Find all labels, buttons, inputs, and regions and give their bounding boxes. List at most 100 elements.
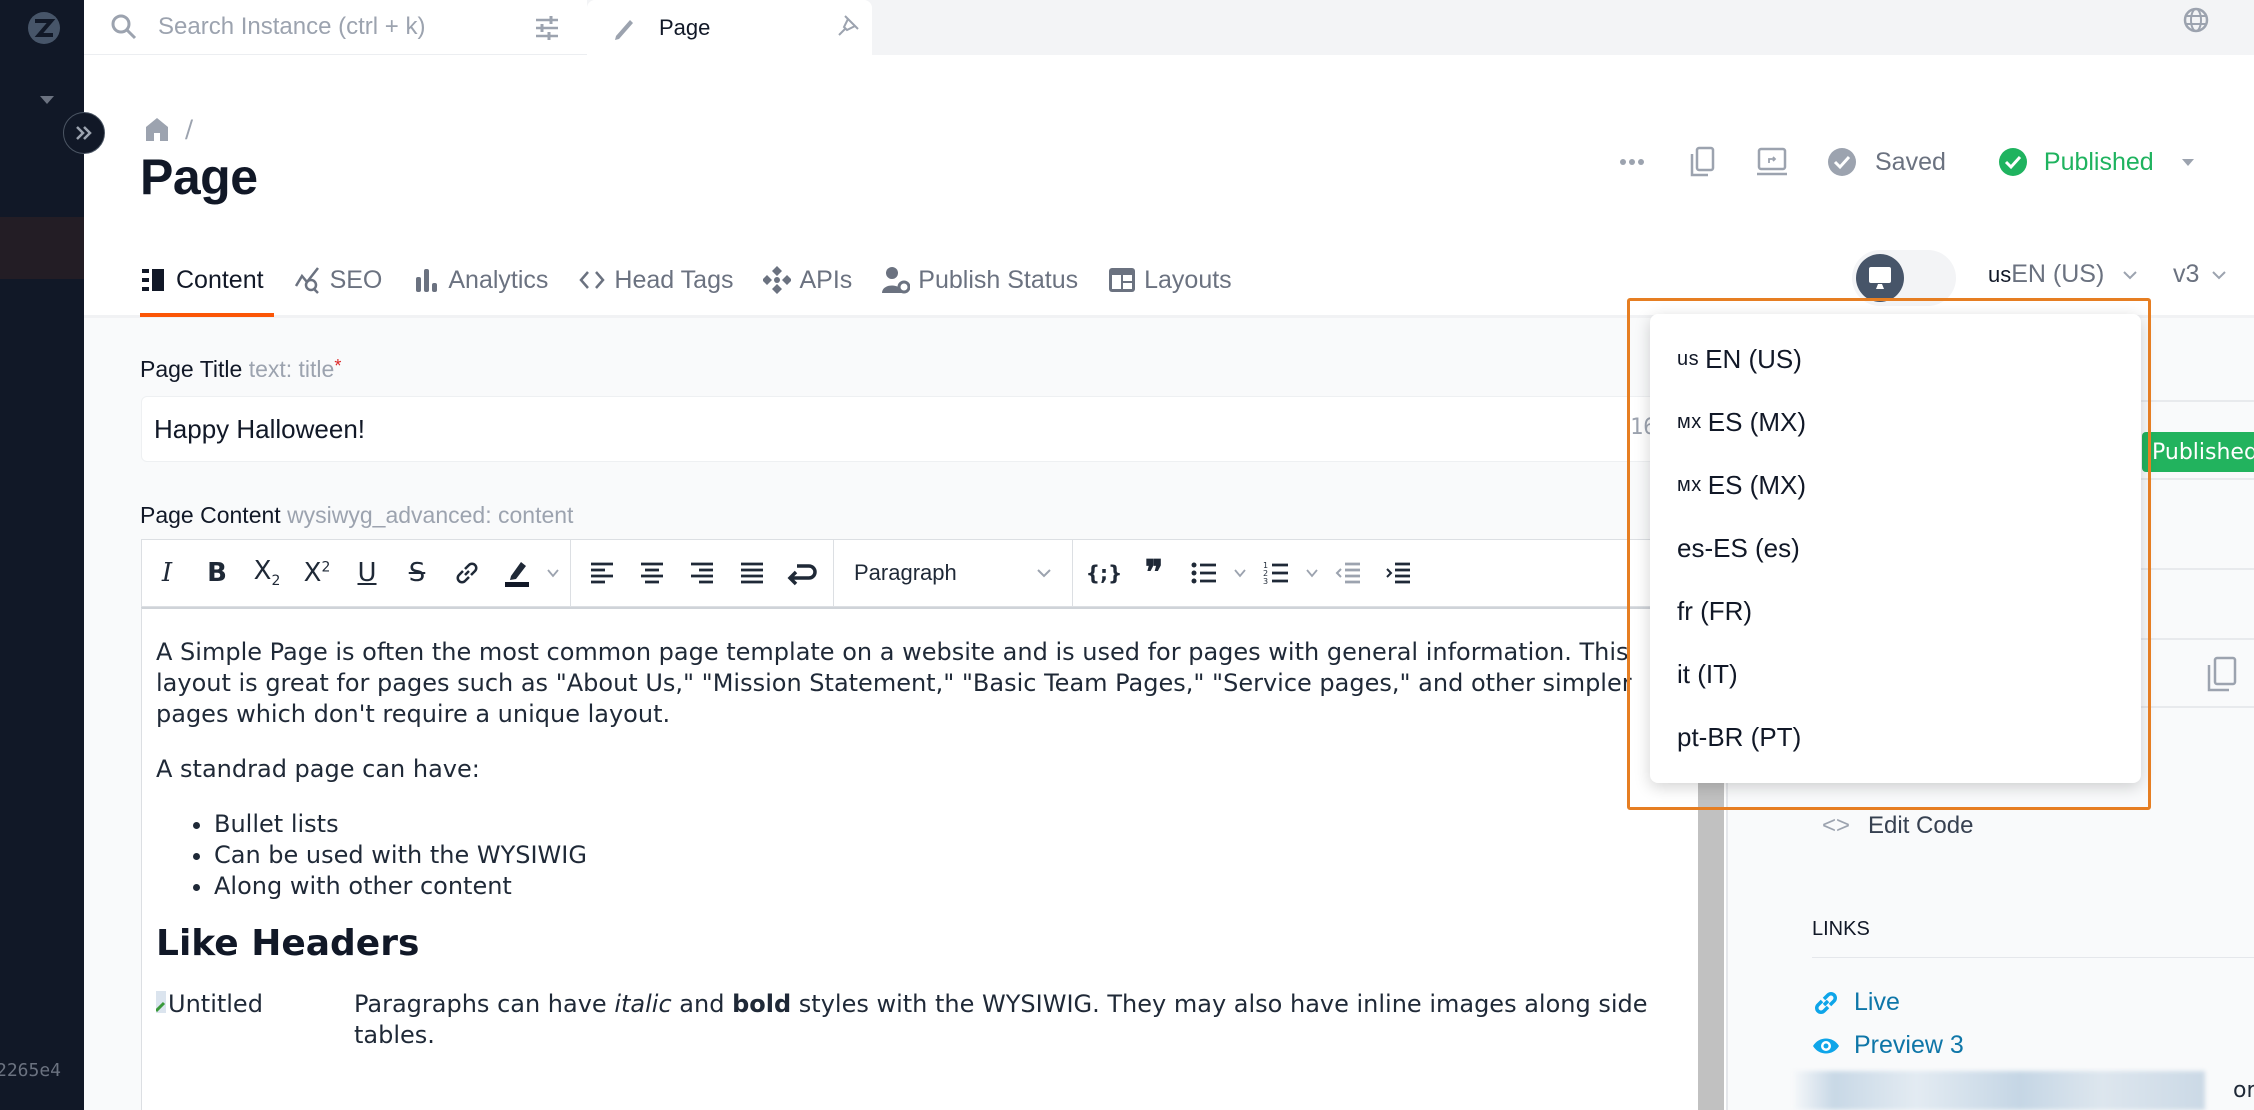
locale-select[interactable]: us EN (US) — [1988, 260, 2138, 289]
return-arrow-icon — [787, 564, 817, 586]
home-icon[interactable] — [143, 115, 171, 143]
left-sidebar: 2265e4 — [0, 0, 84, 1110]
publish-status-dropdown[interactable]: Published — [1998, 147, 2194, 177]
layout-icon — [1108, 266, 1136, 294]
outdent-button[interactable] — [1323, 548, 1373, 598]
blockquote-button[interactable]: ❞ — [1129, 548, 1179, 598]
superscript-button[interactable]: X2 — [292, 548, 342, 598]
tab-label: Head Tags — [614, 265, 734, 294]
published-check-icon — [1998, 148, 2027, 176]
locale-option-label: ES (MX) — [1707, 407, 1806, 437]
tab-seo[interactable]: SEO — [294, 266, 382, 295]
globe-icon[interactable] — [2182, 6, 2210, 34]
locale-dropdown-menu: us EN (US) мх ES (MX) мх ES (MX) es-ES (es)… — [1650, 314, 2141, 783]
tab-apis[interactable]: APIs — [763, 266, 852, 295]
tab-head-tags[interactable]: Head Tags — [578, 266, 733, 295]
locale-option-label: pt-BR (PT) — [1677, 722, 1802, 752]
bullet-list-button[interactable] — [1179, 548, 1229, 598]
page-tabs: Content SEO Analytics Head Tags APIs Pub… — [140, 258, 1262, 302]
open-tab-page[interactable]: Page — [587, 0, 872, 55]
locale-option[interactable]: us EN (US) — [1650, 328, 2141, 391]
api-nodes-icon — [763, 266, 792, 294]
page-title-input[interactable]: Happy Halloween! — [141, 396, 1661, 462]
live-link[interactable]: Live — [1812, 988, 1900, 1017]
bullet-list-dropdown[interactable] — [1229, 548, 1251, 598]
page-title: Page — [140, 149, 258, 205]
sidebar-active-item[interactable] — [0, 217, 84, 279]
italic-button[interactable]: I — [142, 548, 192, 598]
locale-option-label: EN (US) — [1705, 344, 1802, 374]
align-left-button[interactable] — [577, 548, 627, 598]
code-brackets-icon: <> — [1822, 812, 1851, 839]
filter-sliders-icon[interactable] — [533, 14, 561, 42]
link-label: Preview 3 — [1854, 1031, 1964, 1059]
paragraph-format-select[interactable]: Paragraph — [840, 548, 1066, 598]
align-left-icon — [591, 562, 613, 584]
highlight-color-dropdown[interactable] — [542, 548, 564, 598]
bold-button[interactable]: B — [192, 548, 242, 598]
quote-icon: ❞ — [1144, 553, 1164, 593]
link-button[interactable] — [442, 548, 492, 598]
open-tab-label: Page — [659, 14, 711, 40]
align-right-button[interactable] — [677, 548, 727, 598]
tab-content[interactable]: Content — [140, 266, 264, 295]
strikethrough-icon: S — [408, 558, 426, 588]
search-instance-input[interactable]: Search Instance (ctrl + k) — [84, 0, 587, 55]
numbered-list-dropdown[interactable] — [1301, 548, 1323, 598]
locale-option[interactable]: it (IT) — [1650, 643, 2141, 706]
tab-label: Layouts — [1144, 265, 1232, 294]
more-options-button[interactable] — [1615, 145, 1649, 179]
brand-logo-icon[interactable] — [26, 10, 62, 46]
tab-analytics[interactable]: Analytics — [412, 266, 548, 295]
paragraph-format-value: Paragraph — [854, 560, 957, 585]
locale-option[interactable]: мх ES (MX) — [1650, 391, 2141, 454]
workspace-caret-icon[interactable] — [40, 96, 54, 104]
curly-braces-icon: {;} — [1085, 561, 1123, 585]
version-select[interactable]: v3 — [2173, 260, 2227, 289]
tab-publish-status[interactable]: Publish Status — [882, 266, 1078, 295]
locale-option[interactable]: pt-BR (PT) — [1650, 706, 2141, 769]
wysiwyg-toolbar: I B X2 X2 U S Paragraph {;} ❞ 123 — [141, 539, 1701, 607]
more-dots-icon — [1620, 159, 1644, 165]
links-heading: LINKS — [1812, 918, 1870, 940]
align-center-icon — [641, 562, 663, 584]
highlight-color-button[interactable] — [492, 548, 542, 598]
expand-sidebar-button[interactable] — [63, 112, 105, 154]
wysiwyg-editor-body[interactable]: A Simple Page is often the most common p… — [141, 607, 1701, 1110]
breadcrumb: / — [143, 115, 193, 143]
indent-button[interactable] — [1373, 548, 1423, 598]
text-run: and — [671, 990, 733, 1018]
link-label: Live — [1854, 988, 1900, 1016]
device-preview-toggle[interactable] — [1852, 250, 1956, 306]
numbered-list-button[interactable]: 123 — [1251, 548, 1301, 598]
edit-code-button[interactable]: <> Edit Code — [1822, 812, 1973, 840]
align-justify-button[interactable] — [727, 548, 777, 598]
user-gear-icon — [882, 266, 911, 294]
locale-option[interactable]: es-ES (es) — [1650, 517, 2141, 580]
duplicate-button[interactable] — [1685, 145, 1719, 179]
tab-layouts[interactable]: Layouts — [1108, 266, 1232, 295]
line-break-button[interactable] — [777, 548, 827, 598]
preview-link[interactable]: Preview 3 — [1812, 1031, 1964, 1060]
code-snippet-button[interactable]: {;} — [1079, 548, 1129, 598]
preview-share-button[interactable] — [1755, 145, 1789, 179]
pin-icon[interactable] — [836, 12, 862, 38]
required-marker: * — [334, 356, 342, 376]
align-center-button[interactable] — [627, 548, 677, 598]
broken-image[interactable]: Untitled — [156, 989, 354, 1051]
bullet-list-icon — [1191, 562, 1216, 584]
page-content-label: Page Content wysiwyg_advanced: content — [140, 502, 573, 529]
strikethrough-button[interactable]: S — [392, 548, 442, 598]
bold-icon: B — [207, 558, 227, 588]
outdent-icon — [1335, 562, 1360, 584]
bold-text: bold — [732, 990, 792, 1018]
tab-label: APIs — [799, 265, 853, 294]
copy-icon[interactable] — [2205, 655, 2239, 695]
locale-option[interactable]: fr (FR) — [1650, 580, 2141, 643]
subscript-button[interactable]: X2 — [242, 548, 292, 598]
chevrons-right-icon — [76, 126, 92, 140]
underline-button[interactable]: U — [342, 548, 392, 598]
search-placeholder: Search Instance (ctrl + k) — [158, 13, 426, 40]
locale-option[interactable]: мх ES (MX) — [1650, 454, 2141, 517]
align-right-icon — [691, 562, 713, 584]
